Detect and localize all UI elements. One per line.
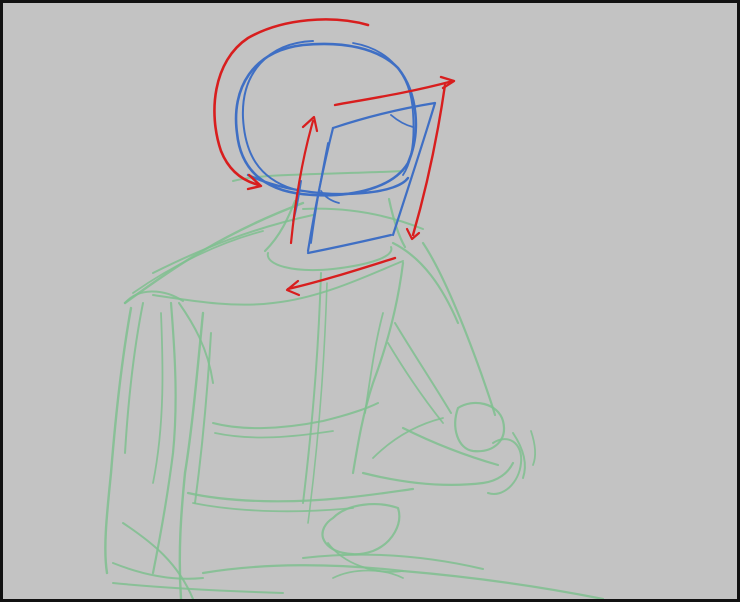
thigh-line-1 xyxy=(201,564,605,599)
face-plane-top xyxy=(331,101,437,130)
torso-right-edge xyxy=(351,261,405,475)
right-elbow-circle xyxy=(454,401,506,453)
left-arm-inner-2 xyxy=(152,312,164,484)
collar-ellipse xyxy=(266,246,393,272)
torso-left-edge xyxy=(178,311,205,599)
sternum-line-2 xyxy=(307,282,328,524)
right-forearm-top xyxy=(401,426,500,467)
left-forearm-line xyxy=(112,562,204,580)
shoulder-line-left-2 xyxy=(152,214,314,274)
right-upper-arm-outer xyxy=(421,241,497,417)
upward-arrow xyxy=(289,119,315,245)
face-plane-bottom xyxy=(306,233,393,255)
left-arm-outer xyxy=(104,306,133,575)
brow-line xyxy=(390,114,414,128)
waist-line-2 xyxy=(192,502,354,513)
waist-line xyxy=(186,487,415,503)
thigh-line-2 xyxy=(302,553,484,570)
sketch-canvas xyxy=(0,0,740,602)
sternum-line xyxy=(302,272,322,504)
body-construction-layer xyxy=(104,170,605,599)
shoulder-line-right xyxy=(391,241,460,325)
rib-line-1 xyxy=(212,402,379,430)
right-forearm-bottom xyxy=(361,461,515,487)
sketch-drawing xyxy=(104,18,605,599)
right-wrist-tick xyxy=(530,430,537,466)
head-construction-layer xyxy=(234,40,437,255)
trapezius-right xyxy=(302,207,424,230)
hand-shape xyxy=(321,503,401,556)
shoulder-line-left xyxy=(123,201,305,305)
left-arm-inner xyxy=(151,301,177,575)
pelvis-line xyxy=(112,582,284,594)
rib-line-2 xyxy=(214,430,334,439)
bottom-rotation-arrow xyxy=(286,256,397,291)
right-forearm-cross xyxy=(372,417,444,459)
top-rotation-arrow xyxy=(333,79,455,107)
